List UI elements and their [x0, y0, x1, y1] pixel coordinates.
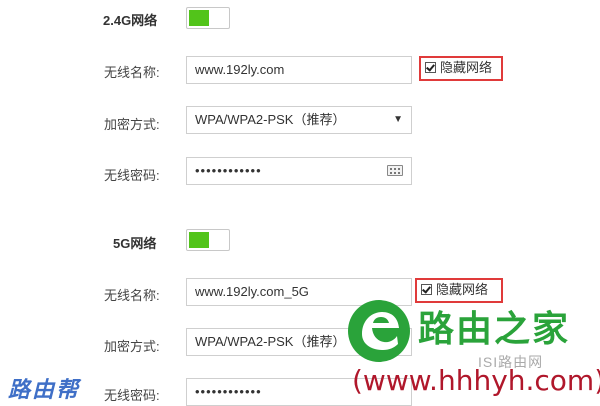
ssid-label-24g: 无线名称:: [104, 65, 160, 80]
hide-network-label: 隐藏网络: [440, 60, 493, 75]
hide-network-label: 隐藏网络: [436, 282, 489, 297]
keyboard-icon[interactable]: [387, 165, 403, 176]
password-label-5g: 无线密码:: [104, 388, 160, 403]
ssid-input-24g[interactable]: www.192ly.com: [186, 56, 412, 84]
dropdown-arrow-icon: ▼: [393, 114, 403, 125]
password-input-24g[interactable]: ••••••••••••: [186, 157, 412, 185]
password-mask: ••••••••••••: [195, 163, 262, 178]
section-title-5g: 5G网络: [113, 236, 157, 251]
section-title-24g: 2.4G网络: [103, 13, 158, 28]
checkbox-icon: [425, 62, 436, 73]
hide-network-checkbox-24g[interactable]: 隐藏网络: [419, 56, 503, 81]
encryption-value: WPA/WPA2-PSK（推荐）: [195, 334, 346, 349]
encryption-value: WPA/WPA2-PSK（推荐）: [195, 112, 346, 127]
brand-e-logo-icon: [346, 298, 412, 364]
ssid-label-5g: 无线名称:: [104, 288, 160, 303]
toggle-knob: [189, 10, 209, 26]
toggle-5g[interactable]: [186, 229, 230, 251]
checkbox-icon: [421, 284, 432, 295]
url-watermark: (www.hhhyh.com): [352, 364, 600, 397]
brand-name-watermark: 路由之家: [418, 309, 571, 350]
password-label-24g: 无线密码:: [104, 168, 160, 183]
encryption-label-24g: 加密方式:: [104, 117, 160, 132]
encryption-label-5g: 加密方式:: [104, 339, 160, 354]
toggle-24g[interactable]: [186, 7, 230, 29]
password-mask: ••••••••••••: [195, 384, 262, 399]
encryption-select-24g[interactable]: WPA/WPA2-PSK（推荐） ▼: [186, 106, 412, 134]
left-watermark-logo: 路由帮: [8, 377, 81, 403]
toggle-knob: [189, 232, 209, 248]
